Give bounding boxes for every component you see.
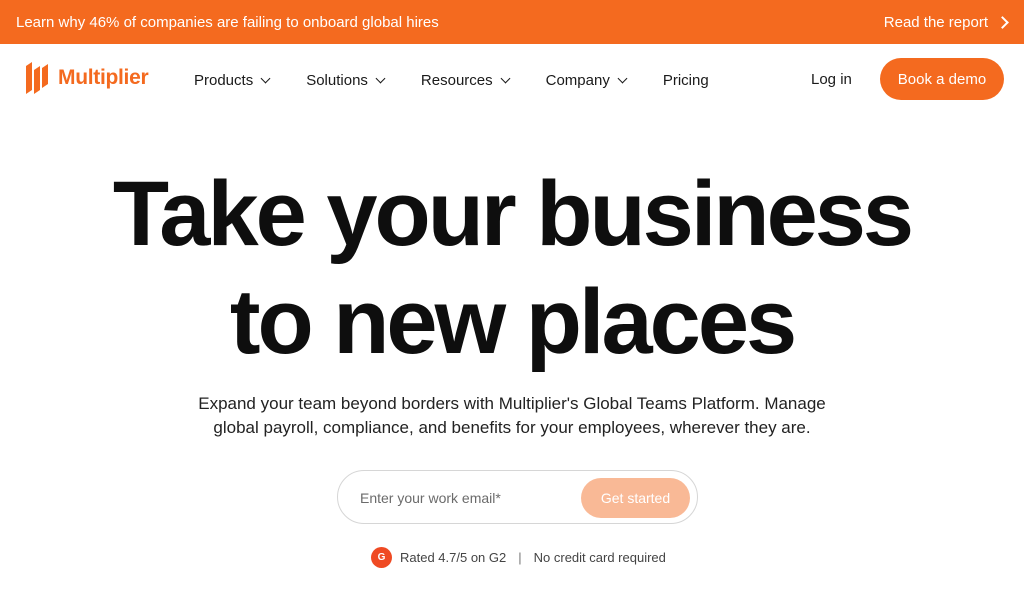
nav-item-company[interactable]: Company [545, 71, 628, 89]
nav-item-pricing[interactable]: Pricing [663, 72, 709, 89]
chevron-down-icon [375, 73, 386, 83]
nav-item-resources[interactable]: Resources [420, 71, 511, 89]
read-report-link[interactable]: Read the report [883, 13, 1009, 31]
chevron-down-icon [500, 73, 511, 83]
hero-subtitle-line: global payroll, compliance, and benefits… [213, 418, 811, 437]
logo[interactable]: Multiplier [24, 60, 149, 96]
hero-subtitle: Expand your team beyond borders with Mul… [0, 392, 1024, 440]
nav-item-solutions[interactable]: Solutions [306, 71, 386, 89]
g2-icon: G [371, 546, 392, 568]
nav-menu: Products Solutions Resources Company Pri… [194, 44, 709, 116]
hero-title-line: Take your business [112, 163, 914, 265]
hero-title-line: to new places [229, 271, 797, 373]
nav-item-label: Pricing [662, 71, 709, 89]
nav-item-products[interactable]: Products [194, 71, 271, 89]
nav-item-label: Resources [420, 71, 493, 89]
nav-item-label: Company [545, 71, 610, 89]
email-input[interactable] [358, 485, 578, 511]
get-started-button[interactable]: Get started [581, 478, 690, 518]
hero-subtitle-line: Expand your team beyond borders with Mul… [198, 394, 826, 413]
trust-row: G Rated 4.7/5 on G2 | No credit card req… [371, 546, 666, 568]
multiplier-logo-icon [26, 62, 48, 94]
chevron-down-icon [260, 73, 271, 83]
chevron-down-icon [617, 73, 628, 83]
chevron-right-icon [996, 16, 1009, 29]
hero-title: Take your business to new places [0, 160, 1024, 376]
email-signup-form: Get started [337, 470, 698, 524]
brand-name: Multiplier [58, 66, 149, 89]
read-report-label: Read the report [883, 13, 988, 31]
main-nav: Multiplier Products Solutions Resources … [0, 44, 1024, 116]
announcement-bar: Learn why 46% of companies are failing t… [0, 0, 1024, 44]
nav-item-label: Products [194, 71, 254, 89]
no-credit-card-note: No credit card required [533, 549, 666, 565]
announcement-text: Learn why 46% of companies are failing t… [16, 13, 439, 31]
nav-item-label: Solutions [306, 71, 368, 89]
book-demo-button[interactable]: Book a demo [880, 58, 1004, 100]
login-link[interactable]: Log in [811, 71, 852, 88]
rating-text: Rated 4.7/5 on G2 [400, 549, 507, 565]
divider: | [518, 549, 522, 565]
